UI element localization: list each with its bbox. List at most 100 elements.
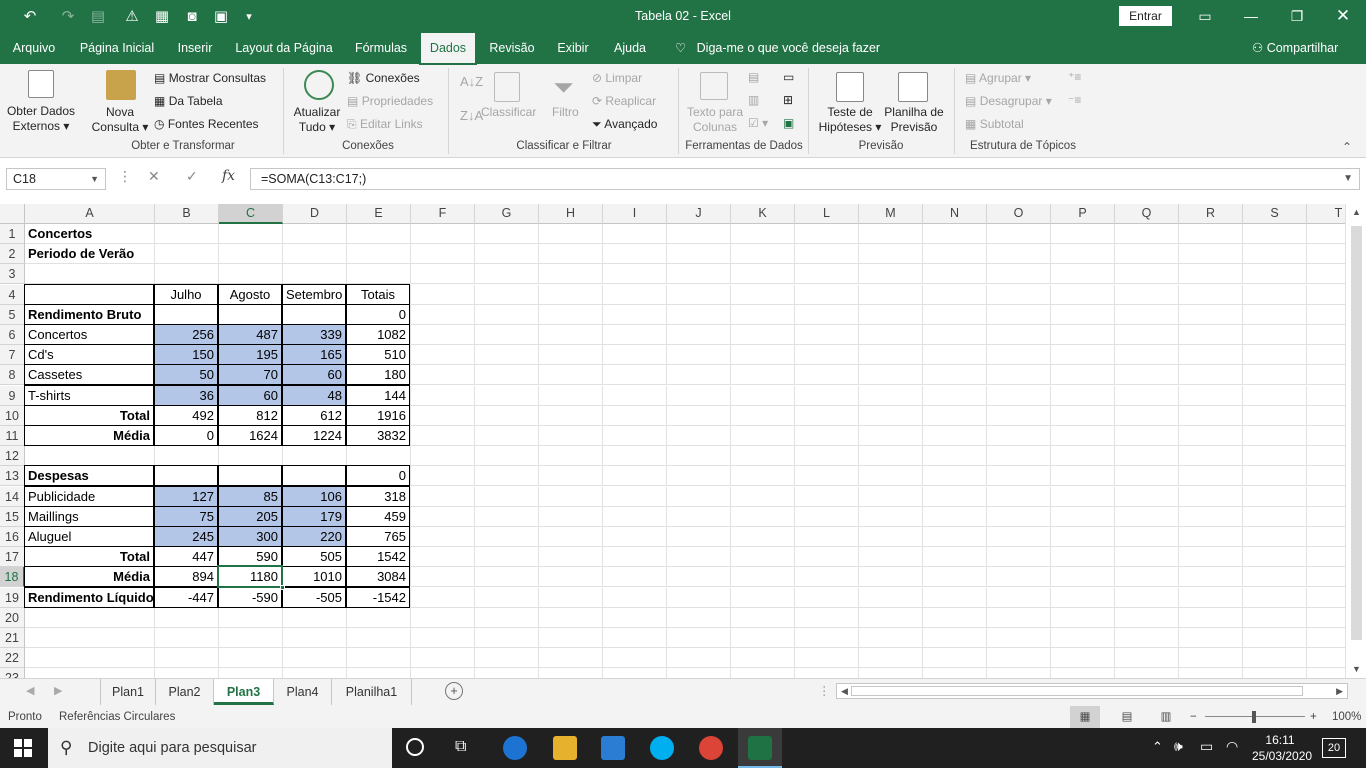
table-icon[interactable]: ▦ — [148, 0, 176, 32]
customize-qa-icon[interactable]: ▾ — [235, 0, 263, 32]
cell[interactable] — [731, 446, 795, 467]
horizontal-scrollbar[interactable]: ◀ ▶ — [836, 683, 1348, 699]
cell[interactable] — [923, 284, 987, 305]
cell[interactable] — [1179, 284, 1243, 305]
cell[interactable] — [795, 244, 859, 265]
cell[interactable] — [1243, 325, 1307, 345]
cell[interactable] — [859, 587, 923, 608]
cell[interactable] — [1307, 648, 1345, 669]
cell[interactable] — [923, 486, 987, 507]
cell[interactable] — [475, 648, 539, 669]
cell[interactable] — [795, 648, 859, 669]
cell[interactable] — [667, 345, 731, 366]
cell[interactable] — [1179, 264, 1243, 285]
normal-view-icon[interactable]: ▦ — [1070, 706, 1100, 728]
cell[interactable] — [1243, 284, 1307, 305]
cell[interactable] — [155, 648, 219, 669]
cell-d9[interactable]: 48 — [282, 384, 346, 406]
cell[interactable] — [667, 426, 731, 446]
cell[interactable] — [667, 284, 731, 305]
cell[interactable] — [539, 648, 603, 669]
cell[interactable] — [411, 547, 475, 568]
cell-e2[interactable] — [347, 244, 411, 265]
cell[interactable] — [475, 506, 539, 527]
cell[interactable] — [219, 628, 283, 648]
cell[interactable] — [987, 466, 1051, 487]
cell-b8[interactable]: 50 — [154, 364, 218, 386]
row-header-16[interactable]: 16 — [0, 527, 25, 547]
cell[interactable] — [987, 385, 1051, 406]
cell[interactable] — [1243, 244, 1307, 265]
row-header-19[interactable]: 19 — [0, 587, 25, 608]
cell[interactable] — [539, 325, 603, 345]
reapply-button[interactable]: ⟳ Reaplicar — [592, 94, 656, 109]
column-header-g[interactable]: G — [475, 204, 539, 224]
cell[interactable] — [1115, 668, 1179, 678]
cell-d8[interactable]: 60 — [282, 364, 346, 386]
cell[interactable] — [1179, 325, 1243, 345]
cell[interactable] — [1179, 607, 1243, 628]
get-data-button[interactable]: Obter Dados Externos ▾ — [4, 104, 78, 134]
cell[interactable] — [1307, 406, 1345, 426]
cell[interactable] — [1307, 285, 1345, 305]
cell[interactable] — [475, 264, 539, 285]
cell[interactable] — [1115, 264, 1179, 285]
share-button[interactable]: ⚇ Compartilhar — [1252, 32, 1338, 64]
cell[interactable] — [1243, 486, 1307, 507]
cell[interactable] — [1051, 547, 1115, 568]
cell-e6[interactable]: 1082 — [346, 324, 410, 345]
cell[interactable] — [987, 405, 1051, 426]
cell-e5[interactable]: 0 — [346, 303, 410, 325]
cell[interactable] — [1115, 547, 1179, 568]
cell[interactable] — [347, 648, 411, 669]
column-header-p[interactable]: P — [1051, 204, 1115, 224]
advanced-button[interactable]: ⏷ Avançado — [592, 117, 657, 132]
cell[interactable] — [411, 244, 475, 265]
undo-icon[interactable]: ↶ — [16, 0, 44, 32]
cell[interactable] — [411, 264, 475, 285]
cell[interactable] — [923, 668, 987, 678]
cell[interactable] — [219, 446, 283, 467]
cell-e1[interactable] — [347, 224, 411, 244]
cell[interactable] — [1051, 527, 1115, 547]
cell-d5[interactable] — [282, 303, 346, 325]
cell[interactable] — [923, 325, 987, 345]
cell[interactable] — [987, 607, 1051, 628]
cell[interactable] — [1179, 224, 1243, 244]
cell-e4[interactable]: Totais — [346, 283, 410, 305]
cell[interactable] — [603, 304, 667, 325]
cell[interactable] — [475, 304, 539, 325]
row-header-20[interactable]: 20 — [0, 607, 25, 628]
tab-exibir[interactable]: Exibir — [552, 32, 594, 64]
data-validation-icon[interactable]: ☑ ▾ — [748, 116, 768, 131]
edge-icon[interactable] — [503, 736, 527, 760]
collapse-ribbon-icon[interactable]: ⌃ — [1342, 140, 1352, 155]
cell[interactable] — [411, 466, 475, 487]
cell[interactable] — [795, 264, 859, 285]
cell[interactable] — [731, 385, 795, 406]
cell-a9[interactable]: T-shirts — [24, 384, 154, 406]
column-header-a[interactable]: A — [25, 204, 155, 224]
cell[interactable] — [1179, 345, 1243, 366]
relationships-icon[interactable]: ⊞ — [783, 93, 793, 108]
cell[interactable] — [731, 648, 795, 669]
cell[interactable] — [475, 426, 539, 446]
cell[interactable] — [475, 607, 539, 628]
notifications-icon[interactable]: 20 — [1322, 738, 1346, 758]
cell[interactable] — [1307, 608, 1345, 628]
column-header-t[interactable]: T — [1307, 204, 1345, 224]
cell[interactable] — [731, 506, 795, 527]
cell-c15[interactable]: 205 — [218, 505, 282, 527]
cell[interactable] — [1051, 607, 1115, 628]
cell-e19[interactable]: -1542 — [346, 586, 410, 608]
select-all-corner[interactable] — [0, 204, 25, 224]
minimize-icon[interactable]: — — [1228, 0, 1274, 32]
cell[interactable] — [667, 668, 731, 678]
cell-a18[interactable]: Média — [24, 566, 154, 588]
cell[interactable] — [1051, 405, 1115, 426]
cell[interactable] — [1115, 304, 1179, 325]
cell[interactable] — [411, 405, 475, 426]
cell[interactable] — [411, 385, 475, 406]
cell-d17[interactable]: 505 — [282, 546, 346, 568]
cell[interactable] — [475, 527, 539, 547]
